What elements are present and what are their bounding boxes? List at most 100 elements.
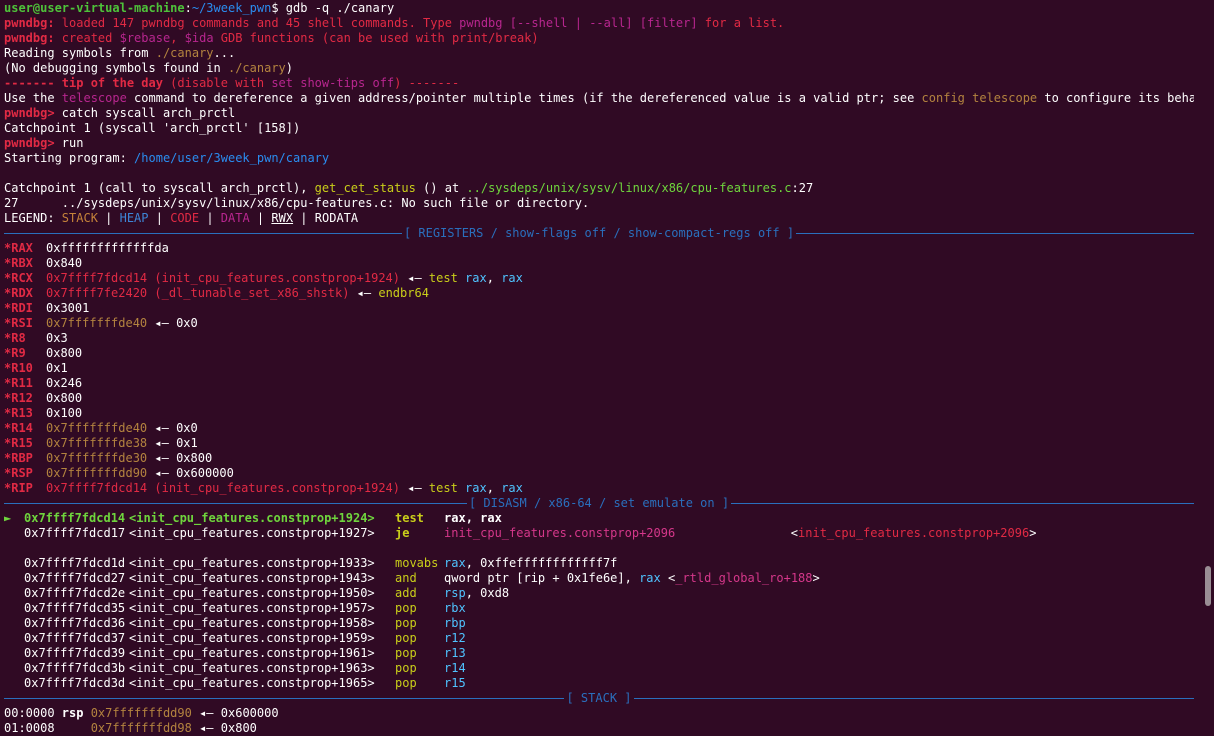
current-instruction-marker bbox=[4, 661, 24, 676]
prompt-dollar: $ bbox=[271, 1, 279, 15]
instruction-operand: rax bbox=[639, 571, 661, 585]
deref-arrow: ◂— bbox=[147, 451, 177, 465]
catchpoint-hit-text: Catchpoint 1 (call to syscall arch_prctl… bbox=[4, 181, 315, 195]
instruction-mnemonic: test bbox=[395, 511, 424, 525]
disasm-row: ► 0x7ffff7fdcd14 <init_cpu_features.constp… bbox=[4, 511, 1194, 526]
disasm-row: 0x7ffff7fdcd2e <init_cpu_features.constpr… bbox=[4, 586, 1194, 601]
register-row: *RDX 0x7ffff7fe2420 (_dl_tunable_set_x86_… bbox=[4, 286, 1194, 301]
legend-sep: | bbox=[97, 211, 120, 225]
current-instruction-marker bbox=[4, 556, 24, 571]
instruction-symbol: <init_cpu_features.constprop+1943> bbox=[129, 571, 375, 585]
tip-config-telescope: config telescope bbox=[921, 91, 1038, 105]
instruction-operand: init_cpu_features.constprop+2096 bbox=[798, 526, 1030, 540]
register-name: *RBX bbox=[4, 256, 33, 270]
register-name: *RIP bbox=[4, 481, 33, 495]
pwndbg-prompt: pwndbg> bbox=[4, 136, 55, 150]
terminal-scrollbar[interactable] bbox=[1205, 566, 1211, 606]
catchpoint-set-line: Catchpoint 1 (syscall 'arch_prctl' [158]… bbox=[4, 121, 1194, 136]
ida-fn: $ida bbox=[184, 31, 214, 45]
instruction-address: 0x7ffff7fdcd2e bbox=[24, 586, 126, 600]
comma: , bbox=[170, 31, 185, 45]
deref-value: endbr64 bbox=[378, 286, 429, 300]
tip-dashes: ------- bbox=[4, 76, 62, 90]
starting-program-line: Starting program: /home/user/3week_pwn/c… bbox=[4, 151, 1194, 166]
deref-value: rax bbox=[457, 481, 487, 495]
instruction-address: 0x7ffff7fdcd1d bbox=[24, 556, 126, 570]
register-row: *R14 0x7fffffffde40 ◂— 0x0 bbox=[4, 421, 1194, 436]
deref-arrow: ◂— bbox=[147, 436, 177, 450]
stack-address: 0x7fffffffdd98 bbox=[83, 721, 192, 735]
register-value: 0xfffffffffffffda bbox=[46, 241, 169, 255]
disasm-row: 0x7ffff7fdcd3b <init_cpu_features.constpr… bbox=[4, 661, 1194, 676]
register-name: *R11 bbox=[4, 376, 33, 390]
stack-register: rsp bbox=[61, 706, 84, 720]
instruction-operand: r13 bbox=[444, 646, 466, 660]
register-value: 0x800 bbox=[46, 391, 83, 405]
no-debug-symbols-line: (No debugging symbols found in ./canary) bbox=[4, 61, 1194, 76]
no-such-file-line: 27 ../sysdeps/unix/sysv/linux/x86/cpu-fe… bbox=[4, 196, 1194, 211]
register-name: *R12 bbox=[4, 391, 33, 405]
register-name: *R9 bbox=[4, 346, 26, 360]
loaded-text-end: for a list. bbox=[697, 16, 785, 30]
deref-arrow: ◂— bbox=[191, 721, 221, 735]
binary-path: ./canary bbox=[227, 61, 286, 75]
deref-arrow: ◂— bbox=[400, 271, 429, 285]
instruction-symbol: <init_cpu_features.constprop+1963> bbox=[129, 661, 375, 675]
pwndbg-prompt: pwndbg> bbox=[4, 106, 55, 120]
shell-prompt-line: user@user-virtual-machine:~/3week_pwn$ g… bbox=[4, 1, 1194, 16]
register-value: 0x100 bbox=[46, 406, 83, 420]
tip-title: tip of the day bbox=[61, 76, 163, 90]
deref-value: 0x0 bbox=[176, 421, 198, 435]
register-name: *R10 bbox=[4, 361, 33, 375]
instruction-operand: , bbox=[465, 511, 481, 525]
tip-body-line: Use the telescope command to dereference… bbox=[4, 91, 1194, 106]
stack-value: 0x600000 bbox=[220, 706, 279, 720]
deref-value: test bbox=[428, 271, 458, 285]
instruction-operand: rbp bbox=[444, 616, 466, 630]
register-row: *R10 0x1 bbox=[4, 361, 1194, 376]
register-row: *R15 0x7fffffffde38 ◂— 0x1 bbox=[4, 436, 1194, 451]
run-command-line: pwndbg> run bbox=[4, 136, 1194, 151]
register-value: 0x1 bbox=[46, 361, 68, 375]
register-row: *RAX 0xfffffffffffffda bbox=[4, 241, 1194, 256]
instruction-operand: 0xffeffffffffffff7f bbox=[480, 556, 618, 570]
register-value: 0x7fffffffde38 bbox=[46, 436, 148, 450]
register-value: 0x7fffffffdd90 bbox=[46, 466, 148, 480]
instruction-symbol: <init_cpu_features.constprop+1959> bbox=[129, 631, 375, 645]
instruction-address: 0x7ffff7fdcd37 bbox=[24, 631, 126, 645]
instruction-symbol: <init_cpu_features.constprop+1965> bbox=[129, 676, 375, 690]
legend-stack: STACK bbox=[61, 211, 98, 225]
register-row: *RCX 0x7ffff7fdcd14 (init_cpu_features.co… bbox=[4, 271, 1194, 286]
stack-index: 00:0000 bbox=[4, 706, 62, 720]
functions-text: GDB functions (can be used with print/br… bbox=[213, 31, 539, 45]
register-row: *RSP 0x7fffffffdd90 ◂— 0x600000 bbox=[4, 466, 1194, 481]
disasm-row: 0x7ffff7fdcd17 <init_cpu_features.constpr… bbox=[4, 526, 1194, 541]
instruction-operand: > bbox=[1029, 526, 1037, 540]
instruction-symbol: <init_cpu_features.constprop+1957> bbox=[129, 601, 375, 615]
legend-data: DATA bbox=[220, 211, 250, 225]
pwndbg-help-cmd: pwndbg [--shell | --all] [filter] bbox=[459, 16, 698, 30]
tip-dashes-end: ) ------- bbox=[394, 76, 460, 90]
register-name: *RCX bbox=[4, 271, 33, 285]
register-value: 0x3001 bbox=[46, 301, 90, 315]
current-instruction-marker bbox=[4, 571, 24, 586]
separator-bar bbox=[4, 503, 467, 504]
legend-sep: | bbox=[249, 211, 272, 225]
deref-value: 0x0 bbox=[176, 316, 198, 330]
prompt-command[interactable]: gdb -q ./canary bbox=[279, 1, 394, 15]
instruction-mnemonic: pop bbox=[395, 661, 417, 675]
instruction-symbol: <init_cpu_features.constprop+1958> bbox=[129, 616, 375, 630]
legend-rwx: RWX bbox=[271, 211, 294, 225]
register-name: *R14 bbox=[4, 421, 33, 435]
instruction-operand: rax bbox=[444, 511, 466, 525]
pwndbg-tag: pwndbg: bbox=[4, 31, 55, 45]
tip-text-mid: command to dereference a given address/p… bbox=[126, 91, 922, 105]
instruction-mnemonic: and bbox=[395, 571, 417, 585]
register-name: *RDI bbox=[4, 301, 33, 315]
stack-title: [ STACK ] bbox=[566, 691, 632, 705]
register-row: *RDI 0x3001 bbox=[4, 301, 1194, 316]
deref-value: test bbox=[428, 481, 458, 495]
instruction-symbol: <init_cpu_features.constprop+1950> bbox=[129, 586, 375, 600]
reading-text: Reading symbols from bbox=[4, 46, 156, 60]
